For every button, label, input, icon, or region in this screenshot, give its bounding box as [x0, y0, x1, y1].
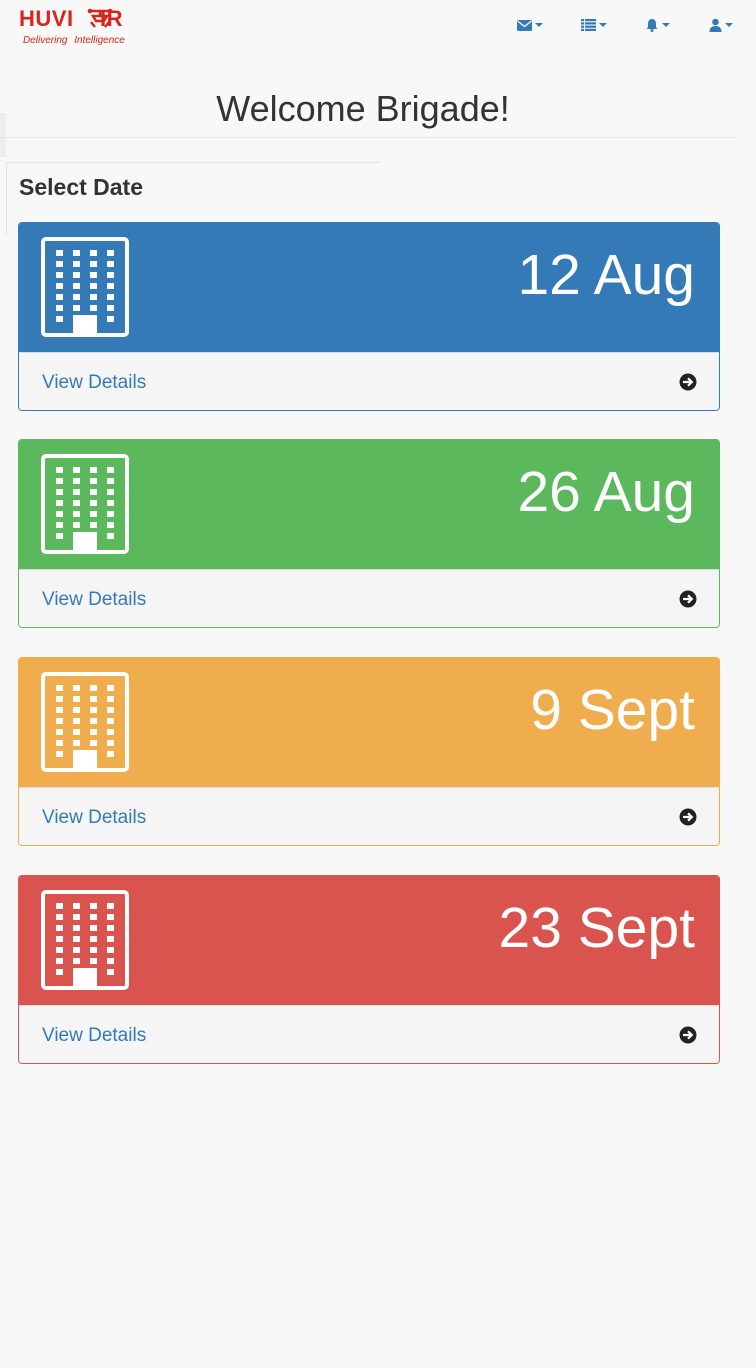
page-title: Welcome Brigade! — [216, 88, 510, 129]
date-panel-9-sept: 9 Sept View Details — [18, 657, 720, 846]
panel-date: 12 Aug — [517, 243, 695, 307]
building-icon — [41, 672, 129, 772]
list-icon — [581, 19, 596, 31]
caret-down-icon — [725, 23, 733, 27]
circle-arrow-right-icon — [679, 373, 697, 391]
background-divider — [6, 163, 7, 235]
caret-down-icon — [599, 23, 607, 27]
date-panel-23-sept: 23 Sept View Details — [18, 875, 720, 1064]
panel-heading: 9 Sept — [19, 658, 719, 787]
date-panel-12-aug: 12 Aug View Details — [18, 222, 720, 411]
panel-date: 9 Sept — [530, 678, 695, 742]
panel-heading: 23 Sept — [19, 876, 719, 1005]
bell-icon — [646, 19, 658, 32]
brand-logo[interactable]: HUVI IR Delivering Intelligence — [19, 6, 139, 48]
building-icon — [41, 454, 129, 554]
view-details-link[interactable]: View Details — [19, 569, 719, 627]
user-icon — [709, 18, 722, 32]
user-dropdown[interactable] — [709, 15, 733, 35]
brand-tagline: Delivering Intelligence — [23, 35, 125, 46]
circle-arrow-right-icon — [679, 590, 697, 608]
title-divider — [0, 137, 736, 138]
background-divider — [6, 162, 380, 163]
view-details-link[interactable]: View Details — [19, 1005, 719, 1063]
view-details-link[interactable]: View Details — [19, 787, 719, 845]
caret-down-icon — [662, 23, 670, 27]
date-panel-26-aug: 26 Aug View Details — [18, 439, 720, 628]
building-icon — [41, 237, 129, 337]
panel-heading: 26 Aug — [19, 440, 719, 569]
envelope-icon — [517, 19, 532, 31]
navbar: HUVI IR Delivering Intelligence — [0, 0, 756, 52]
caret-down-icon — [535, 23, 543, 27]
section-title: Select Date — [19, 174, 144, 200]
panel-date: 26 Aug — [517, 460, 695, 524]
view-details-label: View Details — [42, 372, 147, 393]
alerts-dropdown[interactable] — [645, 15, 670, 35]
building-icon — [41, 890, 129, 990]
view-details-link[interactable]: View Details — [19, 352, 719, 410]
view-details-label: View Details — [42, 1025, 147, 1046]
view-details-label: View Details — [42, 589, 147, 610]
circle-arrow-right-icon — [679, 808, 697, 826]
messages-dropdown[interactable] — [517, 15, 543, 35]
view-details-label: View Details — [42, 807, 147, 828]
tasks-dropdown[interactable] — [581, 15, 607, 35]
circle-arrow-right-icon — [679, 1026, 697, 1044]
panel-heading: 12 Aug — [19, 223, 719, 352]
panel-date: 23 Sept — [498, 896, 696, 960]
drone-icon — [87, 8, 113, 28]
